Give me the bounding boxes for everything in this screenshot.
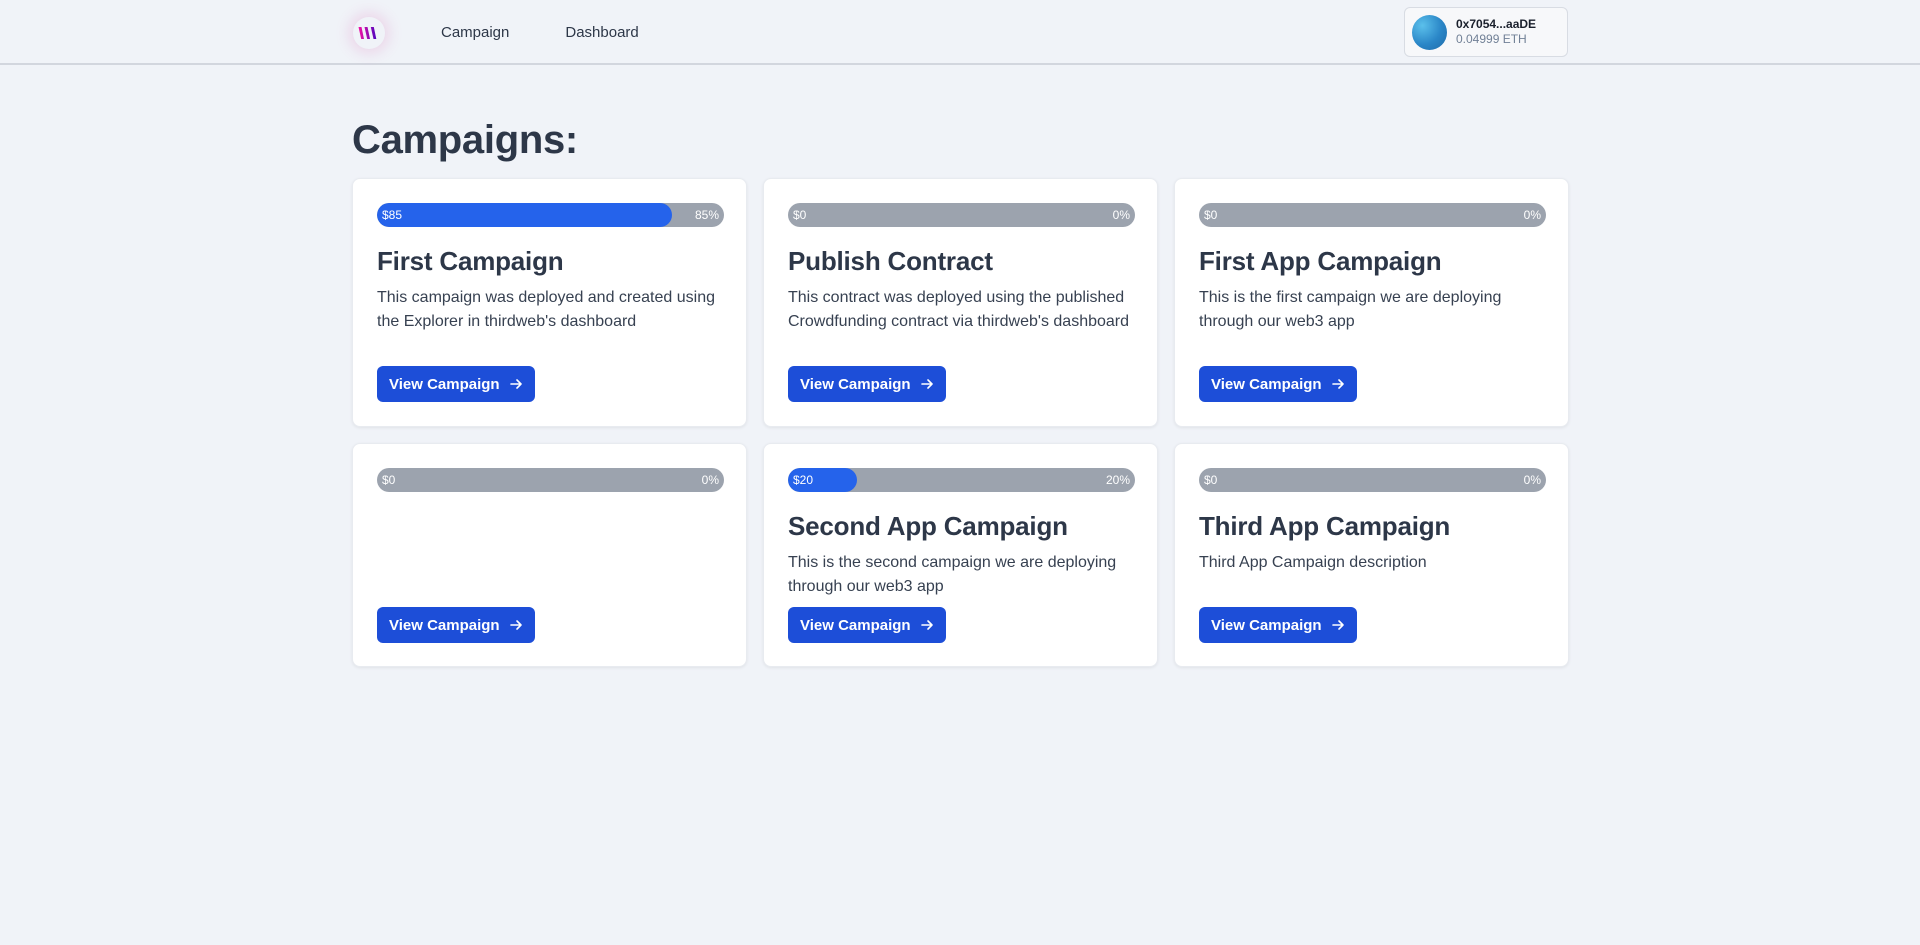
funding-amount: $20: [793, 473, 814, 487]
campaign-card: $0 0% View Campaign: [352, 443, 747, 667]
page-title: Campaigns:: [352, 118, 578, 162]
wallet-connect-button[interactable]: 0x7054...aaDE 0.04999 ETH: [1404, 7, 1568, 57]
arrow-right-icon: [1331, 619, 1345, 631]
view-campaign-label: View Campaign: [1211, 616, 1322, 634]
campaign-description: This is the second campaign we are deplo…: [788, 554, 1117, 595]
campaign-title: Publish Contract: [788, 246, 993, 276]
wallet-balance: 0.04999 ETH: [1456, 32, 1527, 46]
funding-amount: $0: [1204, 208, 1218, 222]
wallet-address: 0x7054...aaDE: [1456, 17, 1537, 31]
view-campaign-button[interactable]: View Campaign: [377, 607, 535, 643]
view-campaign-button[interactable]: View Campaign: [377, 366, 535, 402]
view-campaign-button[interactable]: View Campaign: [1199, 607, 1357, 643]
funding-progress-bar: $0 0%: [377, 468, 724, 492]
campaign-card: $20 20% Second App Campaign This is the …: [763, 443, 1158, 667]
campaign-card: $0 0% First App Campaign This is the fir…: [1174, 178, 1569, 427]
arrow-right-icon: [1331, 378, 1345, 390]
campaign-title: Third App Campaign: [1199, 511, 1451, 541]
campaign-description: This campaign was deployed and created u…: [377, 289, 715, 330]
campaign-title: First App Campaign: [1199, 246, 1442, 276]
funding-progress-fill: [377, 203, 672, 227]
funding-progress-bar: $0 0%: [1199, 203, 1546, 227]
view-campaign-label: View Campaign: [389, 375, 500, 393]
funding-progress-bar: $20 20%: [788, 468, 1135, 492]
arrow-right-icon: [509, 378, 523, 390]
campaign-card: $0 0% Publish Contract This contract was…: [763, 178, 1158, 427]
campaign-description: This contract was deployed using the pub…: [788, 289, 1130, 330]
arrow-right-icon: [920, 619, 934, 631]
funding-amount: $85: [382, 208, 403, 222]
funding-amount: $0: [382, 473, 396, 487]
funding-percent: 85%: [694, 208, 719, 222]
campaign-description: Third App Campaign description: [1199, 554, 1427, 571]
nav-link-dashboard[interactable]: Dashboard: [565, 24, 638, 41]
funding-amount: $0: [1204, 473, 1218, 487]
funding-progress-bar: $0 0%: [788, 203, 1135, 227]
campaign-description: This is the first campaign we are deploy…: [1199, 289, 1502, 330]
campaign-title: Second App Campaign: [788, 511, 1068, 541]
view-campaign-label: View Campaign: [1211, 375, 1322, 393]
navbar-content: Campaign Dashboard 0x7054...aaDE 0.04999…: [352, 0, 1568, 65]
campaign-grid: $85 85% First Campaign This campaign was…: [352, 178, 1569, 667]
campaign-card: $85 85% First Campaign This campaign was…: [352, 178, 747, 427]
funding-progress-bar: $85 85%: [377, 203, 724, 227]
nav-link-campaign[interactable]: Campaign: [441, 24, 509, 41]
view-campaign-label: View Campaign: [800, 616, 911, 634]
campaign-card: $0 0% Third App Campaign Third App Campa…: [1174, 443, 1569, 667]
funding-percent: 0%: [1523, 208, 1541, 222]
funding-amount: $0: [793, 208, 807, 222]
wallet-avatar-icon: [1412, 14, 1447, 50]
view-campaign-button[interactable]: View Campaign: [1199, 366, 1357, 402]
arrow-right-icon: [509, 619, 523, 631]
view-campaign-button[interactable]: View Campaign: [788, 366, 946, 402]
wallet-info: 0x7054...aaDE 0.04999 ETH: [1456, 17, 1536, 47]
funding-percent: 0%: [1112, 208, 1130, 222]
view-campaign-label: View Campaign: [800, 375, 911, 393]
funding-percent: 20%: [1105, 473, 1130, 487]
arrow-right-icon: [920, 378, 934, 390]
view-campaign-button[interactable]: View Campaign: [788, 607, 946, 643]
top-navbar: Campaign Dashboard 0x7054...aaDE 0.04999…: [0, 0, 1920, 65]
campaign-title: First Campaign: [377, 246, 564, 276]
funding-percent: 0%: [1523, 473, 1541, 487]
funding-percent: 0%: [701, 473, 719, 487]
view-campaign-label: View Campaign: [389, 616, 500, 634]
funding-progress-bar: $0 0%: [1199, 468, 1546, 492]
thirdweb-logo-icon[interactable]: [353, 17, 385, 49]
